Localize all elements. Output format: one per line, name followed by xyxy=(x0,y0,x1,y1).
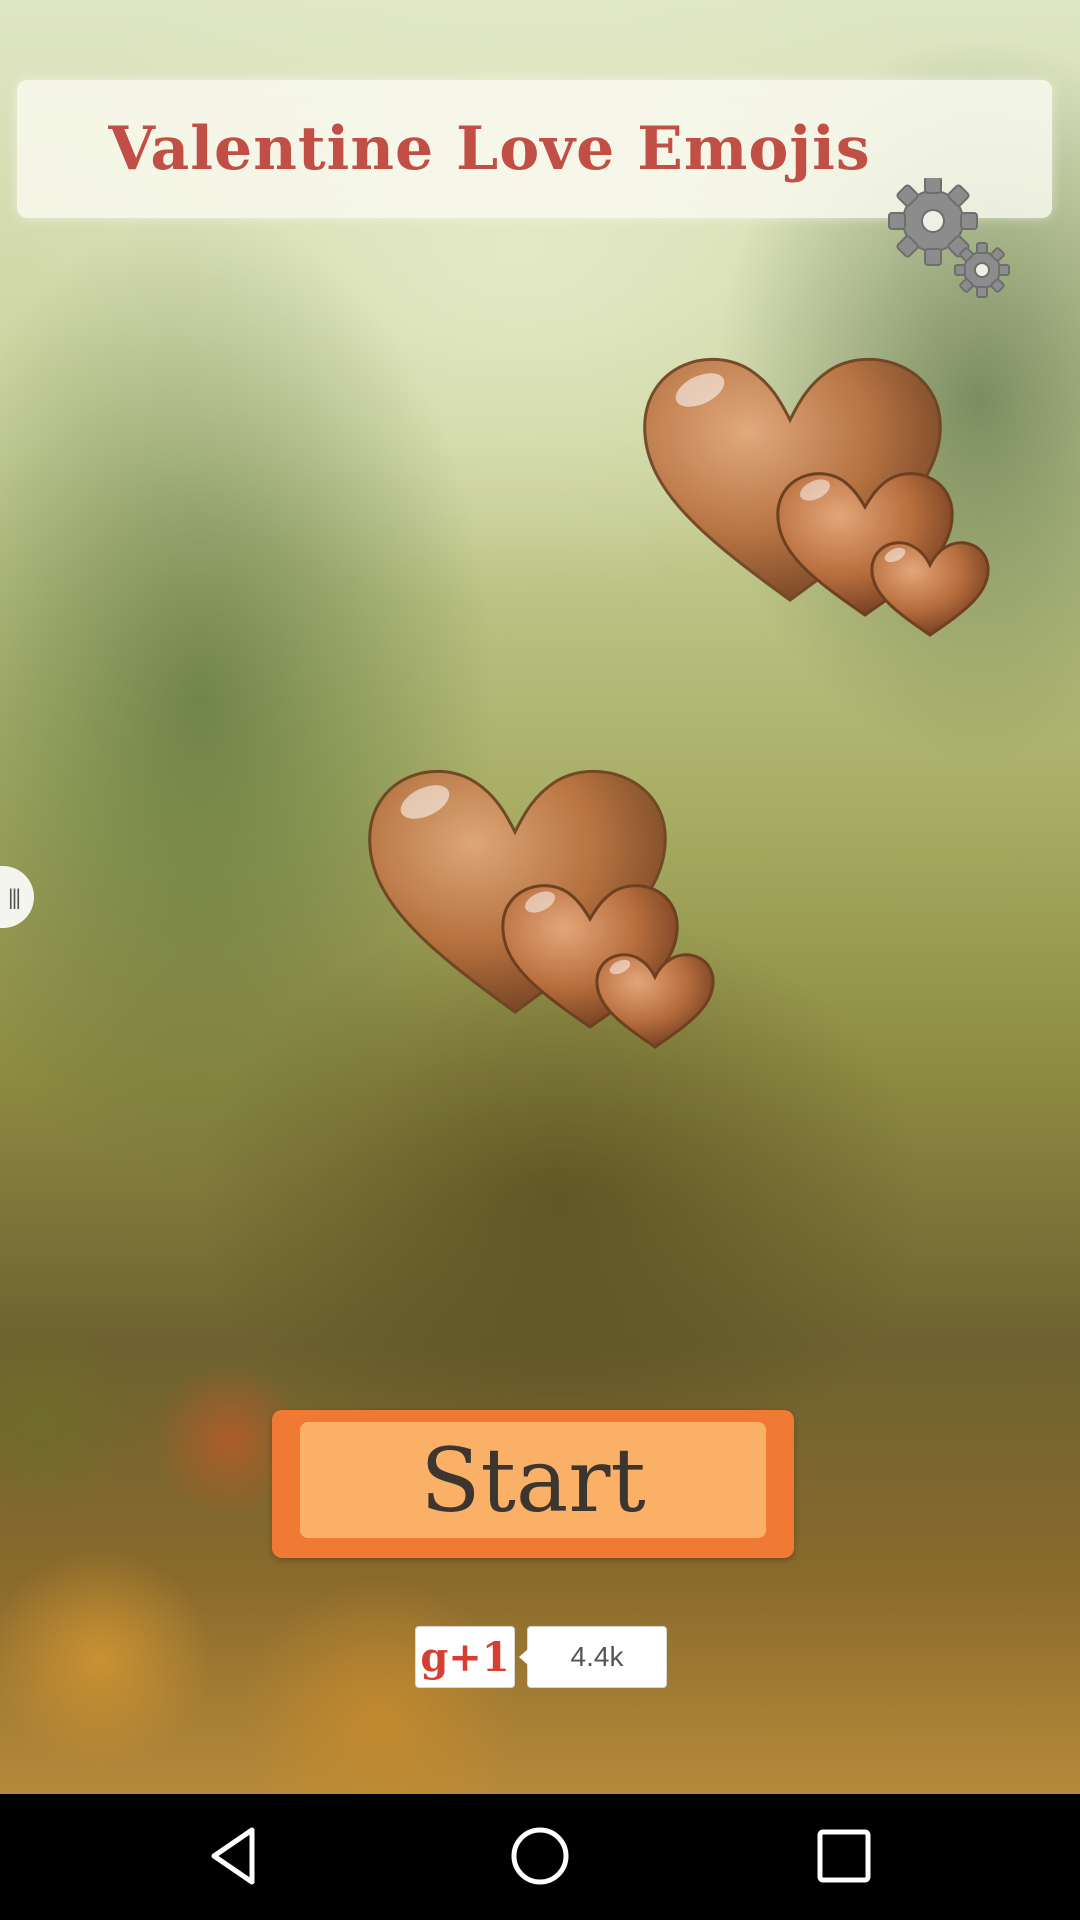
hearts-icon xyxy=(368,769,715,1049)
start-button-label: Start xyxy=(300,1422,766,1538)
start-button[interactable]: Start xyxy=(272,1410,794,1558)
gplus-widget: g+1 4.4k xyxy=(415,1626,667,1688)
drawer-handle[interactable]: ||| xyxy=(0,866,34,928)
settings-button[interactable] xyxy=(888,176,1014,300)
gplus-count: 4.4k xyxy=(519,1626,667,1688)
hearts-icon xyxy=(643,357,990,637)
gplus-button[interactable]: g+1 xyxy=(415,1626,515,1688)
gears-icon xyxy=(888,176,1010,298)
app-screen: Valentine Love Emojis ||| Start g+1 4.4k xyxy=(0,0,1080,1794)
menu-handle-icon: ||| xyxy=(7,885,21,909)
home-icon[interactable] xyxy=(500,1816,580,1896)
recent-apps-icon[interactable] xyxy=(804,1816,884,1896)
system-nav-bar xyxy=(0,1794,1080,1920)
back-icon[interactable] xyxy=(196,1816,276,1896)
app-title: Valentine Love Emojis xyxy=(108,114,871,184)
